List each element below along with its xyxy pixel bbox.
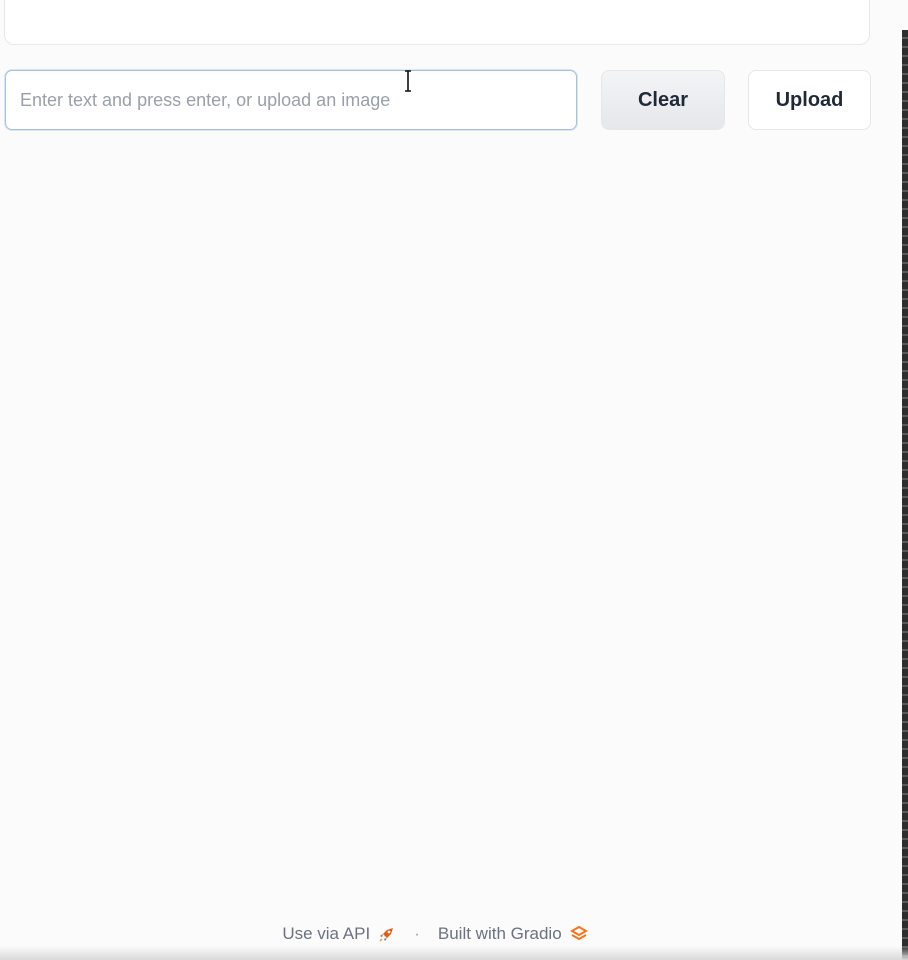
gradio-logo-icon: [569, 925, 588, 941]
input-row: Clear Upload: [5, 70, 871, 130]
text-cursor-icon: [405, 70, 411, 92]
chatbot-panel: [4, 0, 870, 45]
built-with-gradio-label: Built with Gradio: [437, 924, 562, 943]
use-via-api-label: Use via API: [282, 924, 371, 943]
rocket-icon: [379, 928, 394, 942]
bottom-shade: [0, 946, 908, 960]
window-edge: [902, 30, 908, 960]
app-page: Clear Upload Use via API · Built with Gr…: [0, 0, 908, 960]
use-via-api-link[interactable]: Use via API: [282, 924, 396, 944]
footer-separator: ·: [414, 924, 420, 943]
clear-button[interactable]: Clear: [601, 70, 725, 130]
built-with-gradio-link[interactable]: Built with Gradio: [438, 924, 588, 944]
upload-button[interactable]: Upload: [748, 70, 871, 130]
chat-text-input[interactable]: [5, 70, 577, 130]
